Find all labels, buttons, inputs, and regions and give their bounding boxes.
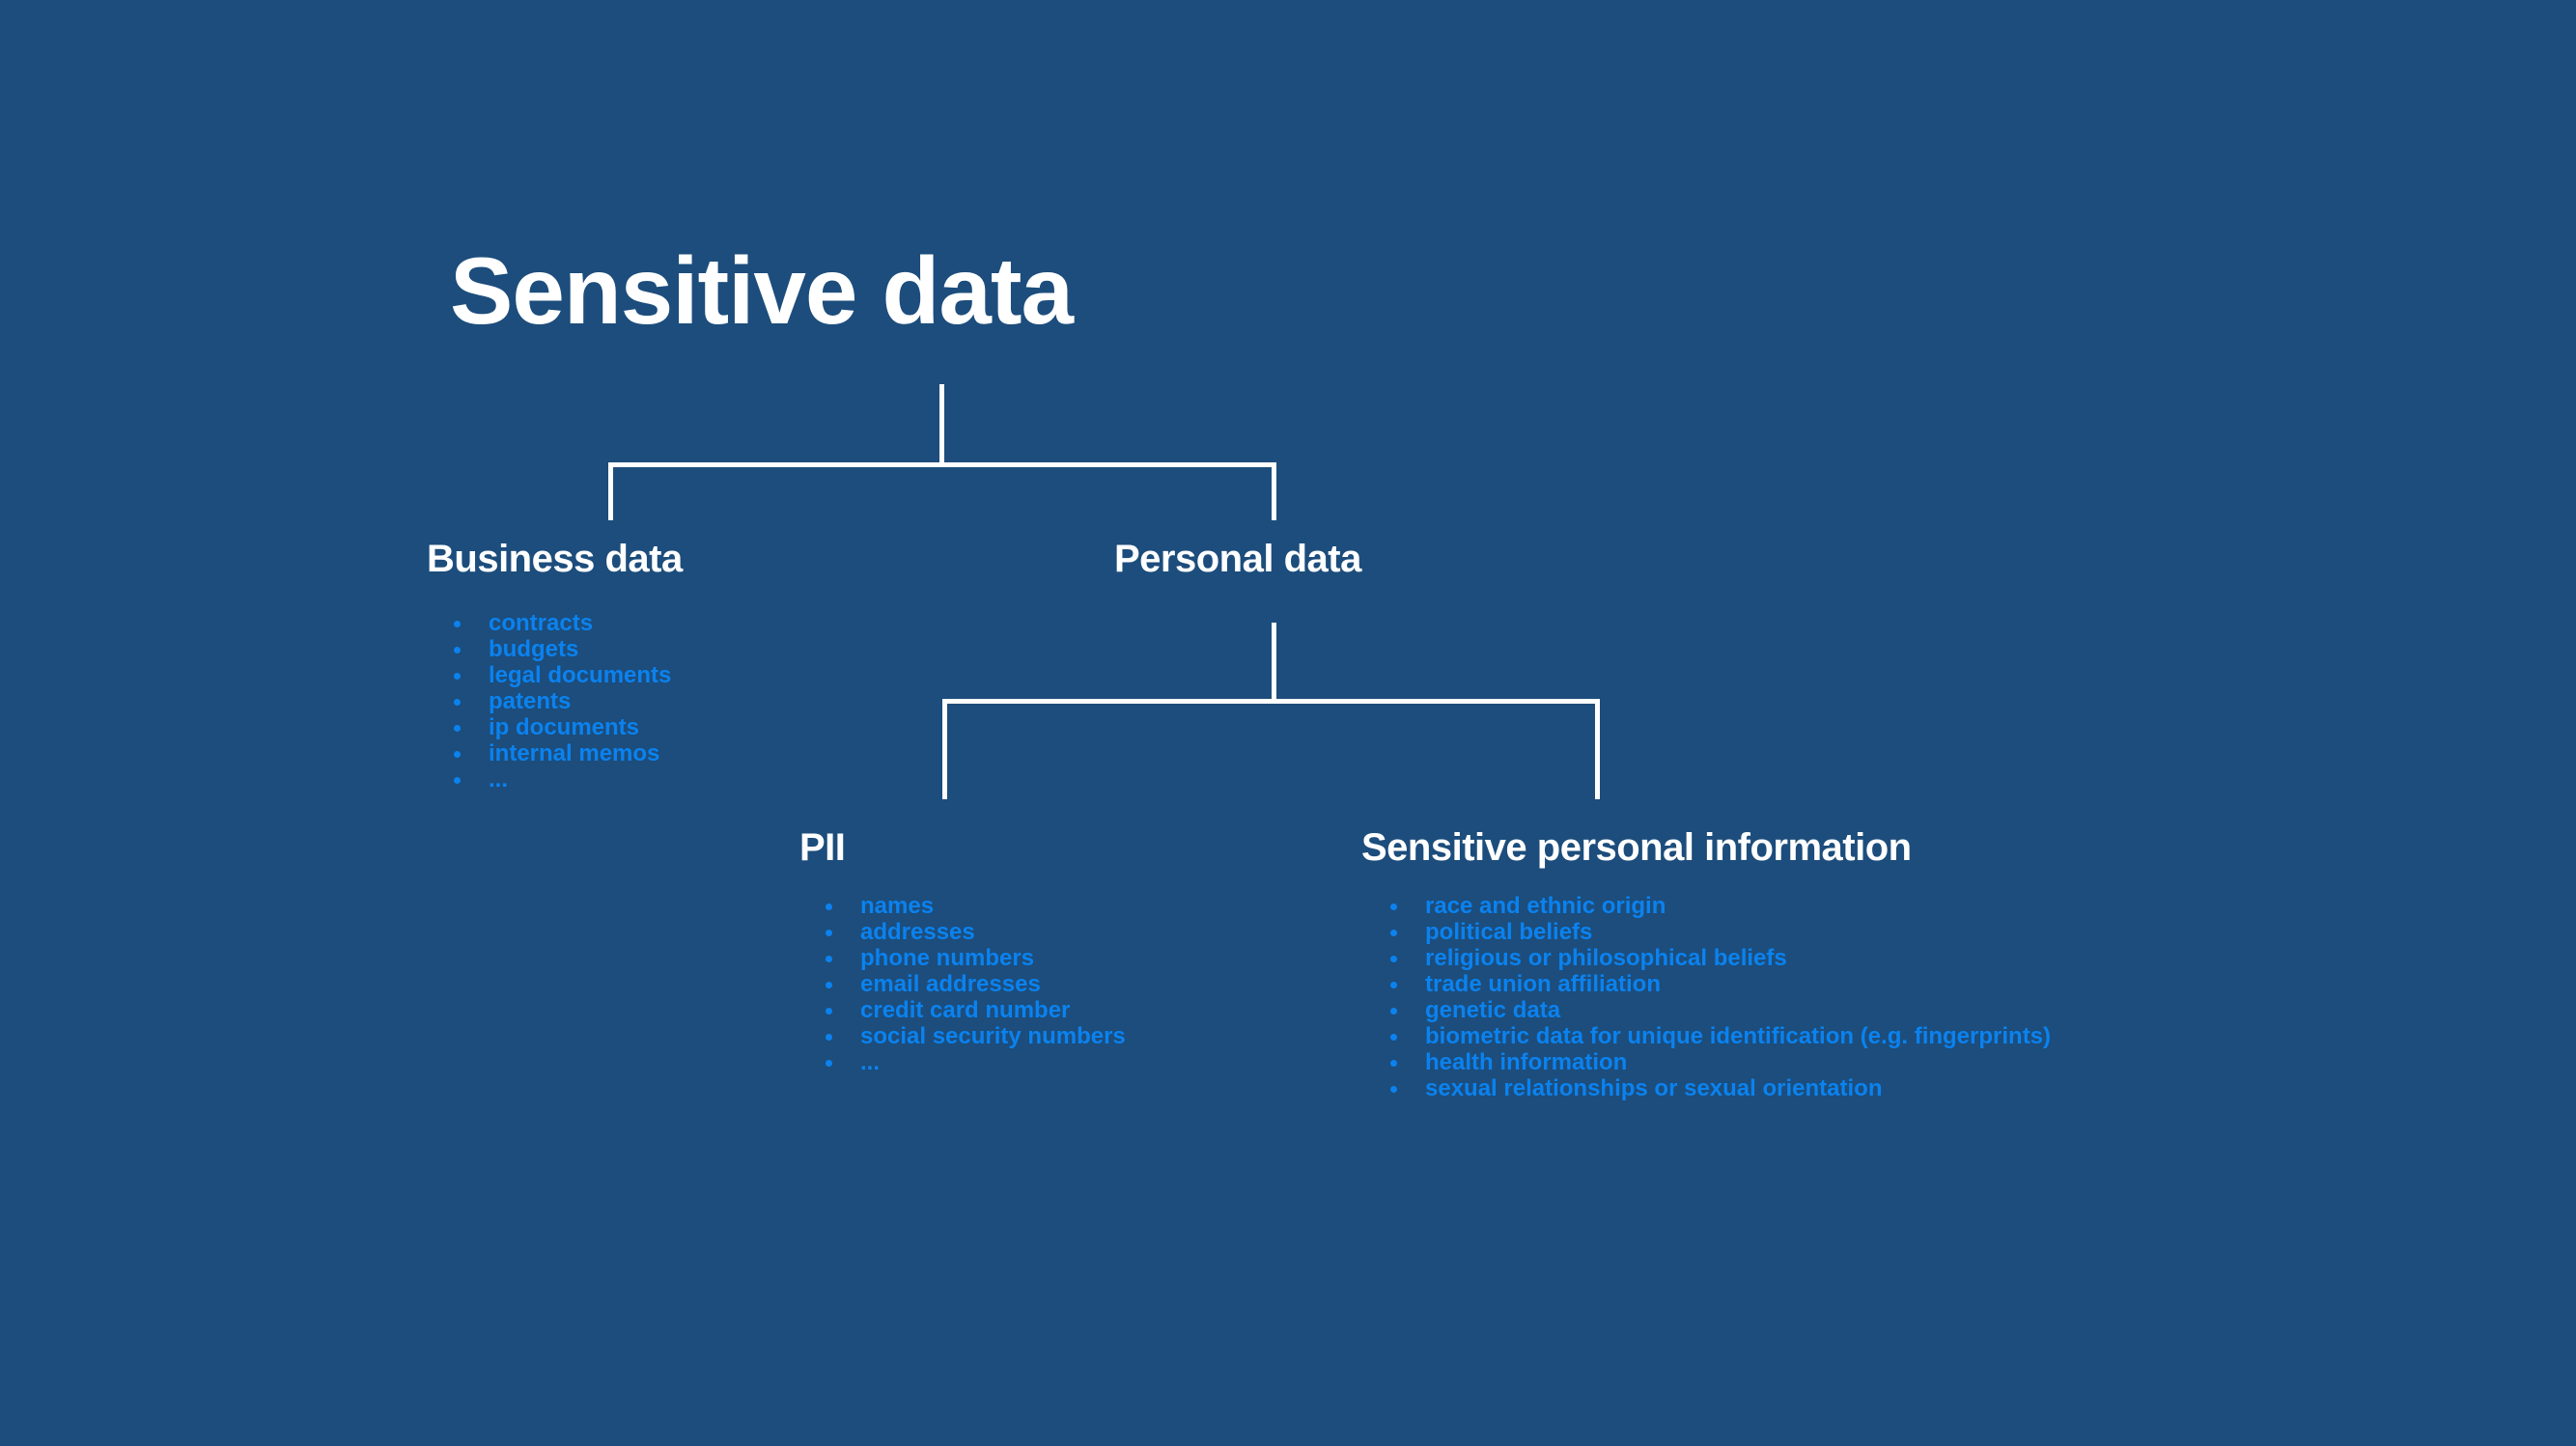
list-item: ip documents [454, 714, 671, 740]
connector-personal-stem [1272, 623, 1276, 704]
list-item: addresses [826, 919, 1126, 945]
list-item: trade union affiliation [1390, 971, 2051, 997]
connector-drop-business-data [608, 462, 613, 520]
list-item: credit card number [826, 997, 1126, 1023]
root-node-title: Sensitive data [450, 237, 1074, 344]
list-item: contracts [454, 610, 671, 636]
node-title-sensitive-personal-information: Sensitive personal information [1361, 826, 1912, 869]
list-item: genetic data [1390, 997, 2051, 1023]
list-item: phone numbers [826, 945, 1126, 971]
list-item: names [826, 893, 1126, 919]
list-item: email addresses [826, 971, 1126, 997]
list-item: patents [454, 688, 671, 714]
list-item: ... [826, 1049, 1126, 1075]
list-item: political beliefs [1390, 919, 2051, 945]
connector-level1-bar [608, 462, 1276, 467]
node-title-business-data: Business data [427, 538, 683, 580]
list-item: sexual relationships or sexual orientati… [1390, 1075, 2051, 1101]
connector-root-stem [939, 384, 944, 465]
bullet-list-pii: names addresses phone numbers email addr… [826, 893, 1126, 1075]
connector-drop-pii [942, 699, 947, 799]
list-item: biometric data for unique identification… [1390, 1023, 2051, 1049]
node-title-personal-data: Personal data [1114, 538, 1361, 580]
bullet-list-business-data: contracts budgets legal documents patent… [454, 610, 671, 793]
list-item: legal documents [454, 662, 671, 688]
list-item: budgets [454, 636, 671, 662]
list-item: religious or philosophical beliefs [1390, 945, 2051, 971]
list-item: ... [454, 766, 671, 793]
list-item: race and ethnic origin [1390, 893, 2051, 919]
list-item: internal memos [454, 740, 671, 766]
list-item: social security numbers [826, 1023, 1126, 1049]
connector-drop-sensitive-personal-information [1595, 699, 1600, 799]
diagram-canvas: Sensitive data Business data contracts b… [0, 0, 2576, 1446]
bullet-list-sensitive-personal-information: race and ethnic origin political beliefs… [1390, 893, 2051, 1101]
node-title-pii: PII [799, 826, 846, 869]
connector-drop-personal-data [1272, 462, 1276, 520]
connector-level2-bar [942, 699, 1600, 704]
list-item: health information [1390, 1049, 2051, 1075]
